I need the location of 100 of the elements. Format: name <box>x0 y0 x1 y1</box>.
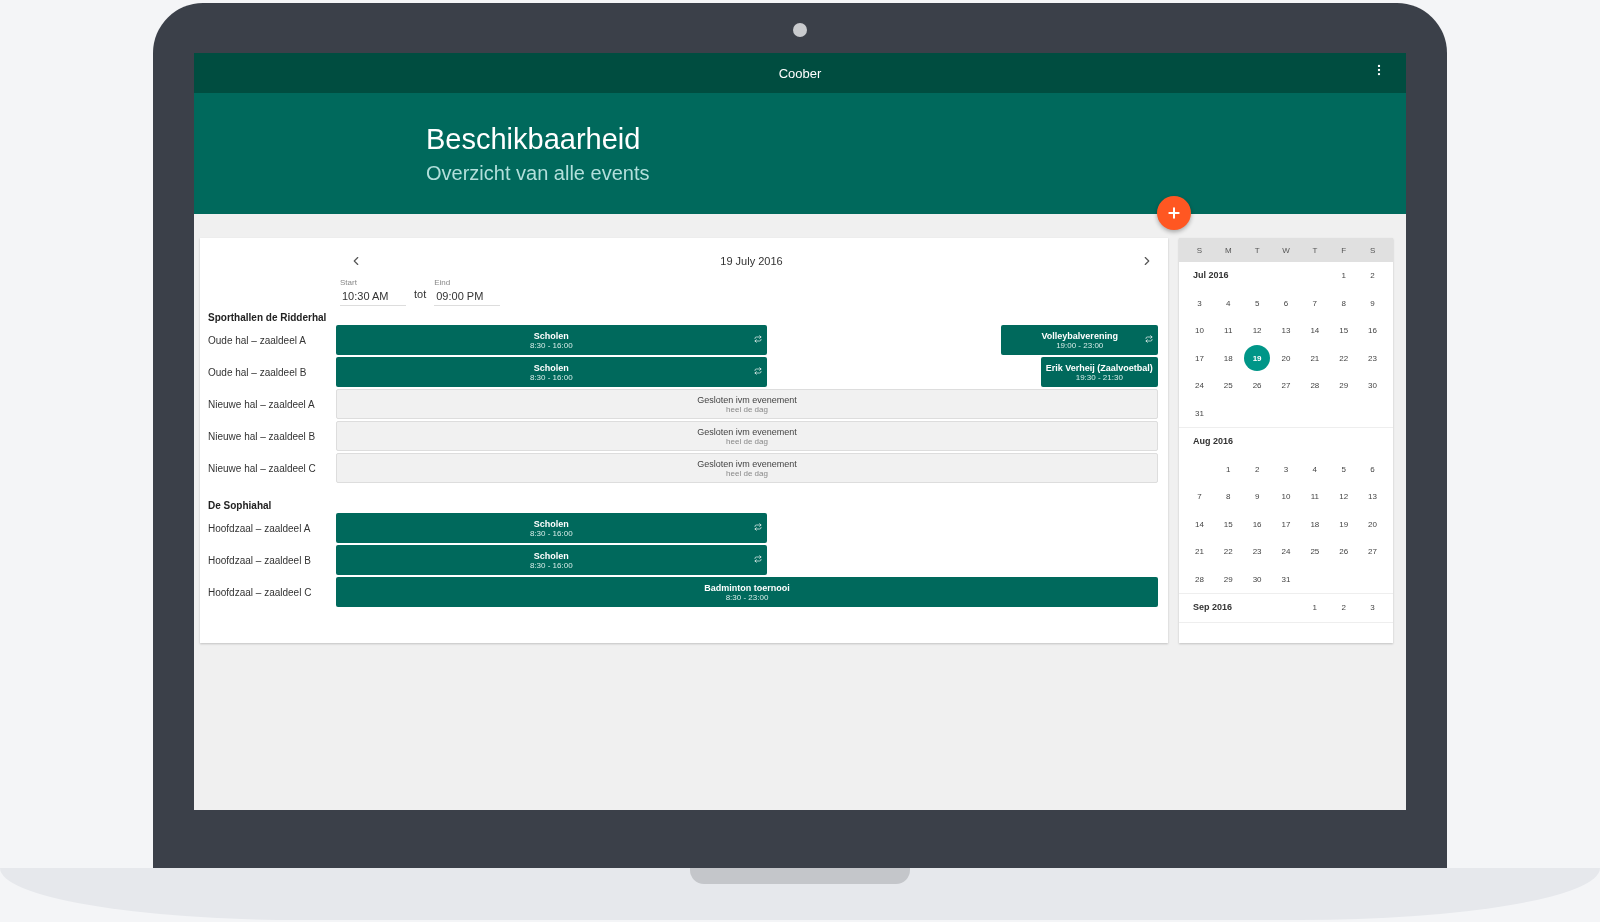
room-name: Hoofdzaal – zaaldeel B <box>208 554 312 566</box>
calendar-day[interactable]: 26 <box>1244 372 1271 399</box>
end-time-field[interactable]: 09:00 PM <box>434 287 501 306</box>
current-date: 19 July 2016 <box>720 255 783 267</box>
calendar-day[interactable]: 29 <box>1330 372 1357 399</box>
page-title: Beschikbaarheid <box>426 123 642 156</box>
closed-block[interactable]: Gesloten ivm evenement heel de dag <box>336 453 1158 483</box>
calendar-day[interactable]: 30 <box>1244 566 1271 593</box>
event-block[interactable]: Volleybalverening 19:00 - 23:00 <box>1001 325 1158 355</box>
calendar-day[interactable]: 13 <box>1273 317 1299 344</box>
venue-name: Sporthallen de Ridderhal <box>208 312 328 324</box>
calendar-day[interactable]: 10 <box>1273 483 1299 510</box>
calendar-day[interactable]: 9 <box>1244 483 1271 510</box>
plus-icon <box>1166 205 1182 221</box>
camera-dot <box>793 23 807 37</box>
calendar-day[interactable]: 25 <box>1215 372 1242 399</box>
calendar-day[interactable]: 25 <box>1301 538 1328 565</box>
calendar-day[interactable]: 22 <box>1330 345 1357 372</box>
calendar-day[interactable]: 27 <box>1359 538 1386 565</box>
calendar-day[interactable]: 12 <box>1244 317 1271 344</box>
event-time: 8:30 - 16:00 <box>529 372 573 382</box>
closed-block[interactable]: Gesloten ivm evenement heel de dag <box>336 421 1158 451</box>
calendar-day[interactable]: 3 <box>1273 456 1299 483</box>
calendar-day[interactable]: 5 <box>1244 290 1271 317</box>
calendar-day[interactable]: 23 <box>1244 538 1271 565</box>
calendar-day[interactable]: 4 <box>1301 456 1328 483</box>
weekday-label: S <box>1195 245 1204 255</box>
venue-name: De Sophiahal <box>208 500 273 512</box>
app-title: Coober <box>778 65 822 81</box>
calendar-day[interactable]: 31 <box>1186 400 1213 427</box>
calendar-day[interactable]: 14 <box>1186 511 1213 538</box>
closed-block[interactable]: Gesloten ivm evenement heel de dag <box>336 389 1158 419</box>
calendar-day[interactable]: 15 <box>1330 317 1357 344</box>
event-time: 19:30 - 21:30 <box>1075 372 1123 382</box>
calendar-day[interactable]: 19 <box>1330 511 1357 538</box>
weekday-label: M <box>1223 245 1233 255</box>
calendar-day[interactable]: 6 <box>1359 456 1386 483</box>
calendar-day[interactable]: 23 <box>1359 345 1386 372</box>
calendar-day[interactable]: 19 <box>1244 345 1271 372</box>
calendar-day[interactable]: 8 <box>1330 290 1357 317</box>
calendar-day[interactable]: 5 <box>1330 456 1357 483</box>
calendar-day[interactable]: 24 <box>1186 372 1213 399</box>
calendar-day[interactable]: 18 <box>1301 511 1328 538</box>
calendar-day[interactable]: 9 <box>1359 290 1386 317</box>
room-name: Oude hal – zaaldeel A <box>208 334 307 346</box>
event-block[interactable]: Scholen 8:30 - 16:00 <box>336 325 767 355</box>
calendar-day[interactable]: 1 <box>1330 262 1357 289</box>
calendar-day[interactable]: 17 <box>1186 345 1213 372</box>
calendar-day[interactable]: 14 <box>1301 317 1328 344</box>
calendar-day[interactable]: 1 <box>1301 594 1328 621</box>
calendar-day[interactable]: 31 <box>1273 566 1299 593</box>
calendar-day[interactable]: 28 <box>1301 372 1328 399</box>
start-time-field[interactable]: 10:30 AM <box>340 287 406 306</box>
calendar-day[interactable]: 16 <box>1244 511 1271 538</box>
calendar-day[interactable]: 2 <box>1359 262 1386 289</box>
event-time: 8:30 - 23:00 <box>725 592 769 602</box>
calendar-day[interactable]: 13 <box>1359 483 1386 510</box>
calendar-day[interactable]: 3 <box>1186 290 1213 317</box>
calendar-day[interactable]: 18 <box>1215 345 1242 372</box>
calendar-day[interactable]: 22 <box>1215 538 1242 565</box>
event-block[interactable]: Scholen 8:30 - 16:00 <box>336 545 767 575</box>
calendar-day[interactable]: 7 <box>1301 290 1328 317</box>
calendar-day[interactable]: 12 <box>1330 483 1357 510</box>
calendar-day[interactable]: 16 <box>1359 317 1386 344</box>
calendar-day[interactable]: 27 <box>1273 372 1299 399</box>
calendar-day[interactable]: 15 <box>1215 511 1242 538</box>
calendar-day[interactable]: 11 <box>1215 317 1242 344</box>
calendar-day[interactable]: 24 <box>1273 538 1299 565</box>
calendar-day[interactable]: 17 <box>1273 511 1299 538</box>
calendar-day[interactable]: 3 <box>1359 594 1386 621</box>
calendar-day[interactable]: 2 <box>1244 456 1271 483</box>
calendar-day[interactable]: 30 <box>1359 372 1386 399</box>
event-block[interactable]: Badminton toernooi 8:30 - 23:00 <box>336 577 1158 607</box>
calendar-day[interactable]: 11 <box>1301 483 1328 510</box>
weekday-label: S <box>1368 245 1377 255</box>
calendar-day[interactable]: 21 <box>1186 538 1213 565</box>
calendar-day[interactable]: 4 <box>1215 290 1242 317</box>
weekday-label: T <box>1253 245 1261 255</box>
calendar-day[interactable]: 6 <box>1273 290 1299 317</box>
event-block[interactable]: Erik Verheij (Zaalvoetbal) 19:30 - 21:30 <box>1040 357 1158 387</box>
calendar-day[interactable]: 8 <box>1215 483 1242 510</box>
room-name: Nieuwe hal – zaaldeel A <box>208 398 316 410</box>
calendar-day[interactable]: 2 <box>1330 594 1357 621</box>
month-label: Jul 2016 <box>1193 270 1229 280</box>
event-time: 19:00 - 23:00 <box>1056 340 1104 350</box>
event-block[interactable]: Scholen 8:30 - 16:00 <box>336 513 767 543</box>
calendar-day[interactable]: 10 <box>1186 317 1213 344</box>
calendar-day[interactable]: 20 <box>1273 345 1299 372</box>
calendar-day[interactable]: 20 <box>1359 511 1386 538</box>
calendar-day[interactable]: 26 <box>1330 538 1357 565</box>
weekday-label: W <box>1281 245 1291 255</box>
calendar-day[interactable]: 29 <box>1215 566 1242 593</box>
calendar-day[interactable]: 7 <box>1186 483 1213 510</box>
event-title: Gesloten ivm evenement <box>697 394 797 405</box>
calendar-day[interactable]: 21 <box>1301 345 1328 372</box>
event-title: Gesloten ivm evenement <box>697 426 797 437</box>
calendar-day[interactable]: 28 <box>1186 566 1213 593</box>
calendar-day[interactable]: 1 <box>1215 456 1242 483</box>
add-button[interactable] <box>1157 196 1191 230</box>
event-block[interactable]: Scholen 8:30 - 16:00 <box>336 357 767 387</box>
